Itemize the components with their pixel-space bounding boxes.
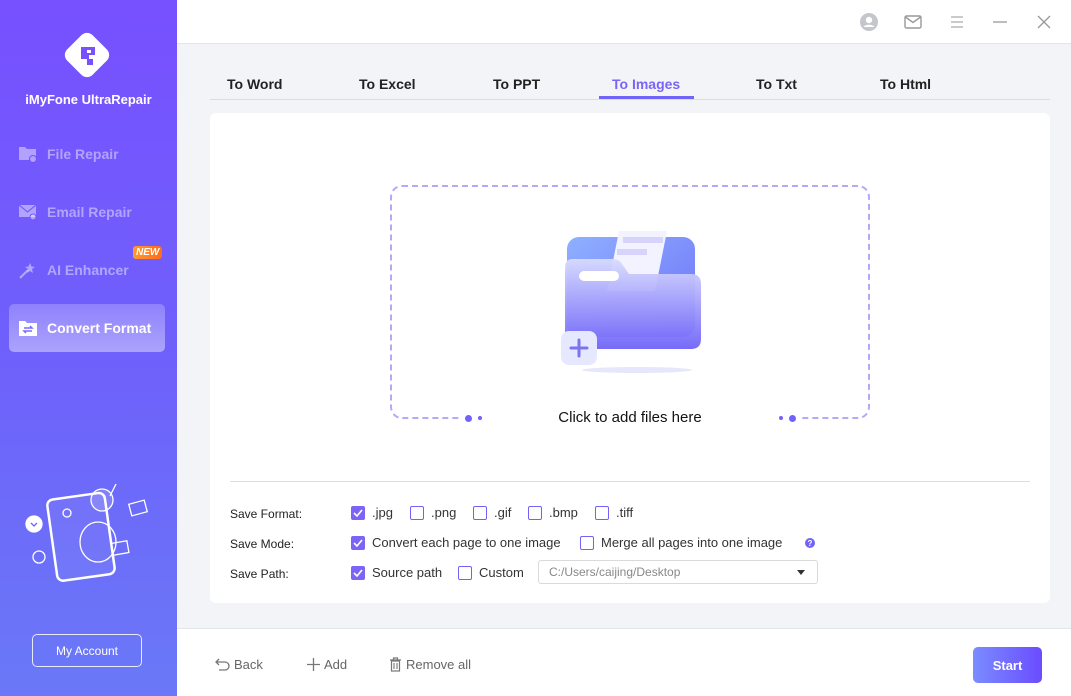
ai-enhancer-icon [17, 260, 39, 280]
chevron-down-icon [797, 570, 805, 575]
add-button[interactable]: Add [307, 657, 347, 672]
option-label: .gif [494, 505, 512, 520]
file-dropzone[interactable]: Click to add files here [390, 185, 870, 426]
sidebar-item-label: AI Enhancer [47, 262, 129, 278]
app-name: iMyFone UltraRepair [25, 92, 152, 107]
add-label: Add [324, 657, 348, 672]
app-logo-icon [64, 32, 110, 78]
add-folder-icon [561, 231, 701, 373]
option-label: .tiff [616, 505, 634, 520]
dropzone-text: Click to add files here [558, 409, 702, 426]
help-icon[interactable]: ? [805, 538, 815, 548]
checkbox-icon [580, 535, 594, 550]
mail-icon[interactable] [902, 11, 924, 33]
tab-to-txt[interactable]: To Txt [756, 76, 797, 92]
format-bmp-checkbox[interactable]: .bmp [528, 505, 578, 520]
back-label: Back [234, 657, 263, 672]
active-tab-indicator [599, 96, 694, 99]
source-path-checkbox[interactable]: Source path [351, 565, 442, 580]
option-label: .jpg [372, 505, 393, 520]
sidebar-item-email-repair[interactable]: Email Repair [9, 188, 165, 236]
my-account-button[interactable]: My Account [32, 634, 142, 667]
checkbox-checked-icon [351, 505, 365, 520]
save-format-label: Save Format: [230, 507, 303, 521]
save-path-select[interactable]: C:/Users/caijing/Desktop [538, 560, 818, 584]
tab-to-html[interactable]: To Html [880, 76, 931, 92]
file-repair-icon [17, 144, 39, 164]
title-bar [177, 0, 1071, 44]
option-label: Custom [479, 565, 524, 580]
format-png-checkbox[interactable]: .png [410, 505, 456, 520]
checkbox-icon [528, 505, 542, 520]
footer-bar: Back Add Remove all Start [177, 628, 1071, 696]
email-repair-icon [17, 202, 39, 222]
checkbox-icon [473, 505, 487, 520]
save-mode-label: Save Mode: [230, 537, 295, 551]
save-path-label: Save Path: [230, 567, 289, 581]
format-tiff-checkbox[interactable]: .tiff [595, 505, 633, 520]
new-badge: NEW [133, 246, 163, 259]
option-label: Merge all pages into one image [601, 535, 783, 550]
tab-to-word[interactable]: To Word [227, 76, 282, 92]
remove-all-label: Remove all [406, 657, 472, 672]
option-label: .bmp [549, 505, 578, 520]
sidebar-item-label: File Repair [47, 146, 119, 162]
minimize-icon[interactable] [989, 11, 1011, 33]
sidebar-item-convert-format[interactable]: Convert Format [9, 304, 165, 352]
sidebar-item-label: Convert Format [47, 320, 152, 336]
merge-all-pages-checkbox[interactable]: Merge all pages into one image [580, 535, 782, 550]
convert-format-icon [17, 318, 39, 338]
custom-path-checkbox[interactable]: Custom [458, 565, 524, 580]
tab-to-images[interactable]: To Images [612, 76, 680, 92]
plus-icon [307, 658, 320, 671]
format-gif-checkbox[interactable]: .gif [473, 505, 511, 520]
checkbox-icon [410, 505, 424, 520]
user-icon[interactable] [858, 11, 880, 33]
convert-each-page-checkbox[interactable]: Convert each page to one image [351, 535, 561, 550]
illustration [25, 483, 149, 582]
tab-to-ppt[interactable]: To PPT [493, 76, 540, 92]
checkbox-icon [458, 565, 472, 580]
format-tabs: To Word To Excel To PPT To Images To Txt… [210, 70, 1050, 100]
sidebar: iMyFone UltraRepair File Repair Email Re… [0, 0, 177, 696]
option-label: Source path [372, 565, 443, 580]
divider [230, 481, 1030, 482]
trash-icon [389, 657, 402, 672]
back-arrow-icon [215, 658, 230, 671]
option-label: .png [431, 505, 457, 520]
start-button[interactable]: Start [973, 647, 1042, 683]
menu-icon[interactable] [946, 11, 968, 33]
sidebar-item-label: Email Repair [47, 204, 132, 220]
format-jpg-checkbox[interactable]: .jpg [351, 505, 393, 520]
checkbox-icon [595, 505, 609, 520]
close-icon[interactable] [1033, 11, 1055, 33]
save-path-value: C:/Users/caijing/Desktop [549, 565, 681, 579]
remove-all-button[interactable]: Remove all [389, 657, 471, 672]
checkbox-checked-icon [351, 535, 365, 550]
content-card: Click to add files here Save Format: .jp… [210, 113, 1050, 603]
sidebar-item-file-repair[interactable]: File Repair [9, 130, 165, 178]
checkbox-checked-icon [351, 565, 365, 580]
option-label: Convert each page to one image [372, 535, 561, 550]
back-button[interactable]: Back [215, 657, 263, 672]
tab-to-excel[interactable]: To Excel [359, 76, 416, 92]
